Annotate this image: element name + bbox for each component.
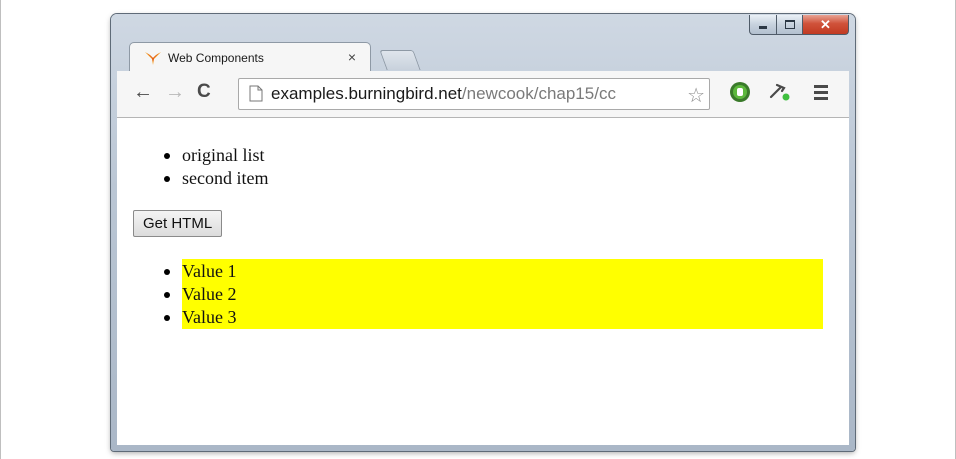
- tab-close-icon[interactable]: ×: [348, 49, 356, 65]
- generated-list: Value 1 Value 2 Value 3: [164, 260, 823, 329]
- extension-icon[interactable]: [729, 81, 751, 103]
- address-bar[interactable]: examples.burningbird.net/newcook/chap15/…: [238, 78, 710, 110]
- menu-icon[interactable]: [814, 85, 828, 103]
- frame-border-left: [0, 0, 1, 459]
- maximize-button[interactable]: [777, 15, 803, 35]
- browser-window: ✕ Web Components × ← → C examples.burnin…: [111, 14, 855, 451]
- original-list: original list second item: [163, 144, 269, 190]
- close-window-button[interactable]: ✕: [803, 15, 849, 35]
- new-tab-button[interactable]: [379, 50, 421, 70]
- reload-icon[interactable]: C: [197, 81, 211, 103]
- tools-icon[interactable]: [769, 82, 791, 102]
- url-path: /newcook/chap15/cc: [461, 84, 616, 103]
- page-content: original list second item Get HTML Value…: [117, 118, 849, 445]
- tab-title: Web Components: [168, 51, 264, 65]
- url-text[interactable]: examples.burningbird.net/newcook/chap15/…: [271, 84, 616, 104]
- list-item: Value 2: [164, 283, 823, 306]
- browser-toolbar: ← → C examples.burningbird.net/newcook/c…: [117, 71, 849, 118]
- list-item: original list: [163, 144, 268, 167]
- tab-web-components[interactable]: Web Components ×: [129, 42, 371, 73]
- minimize-button[interactable]: [749, 15, 777, 35]
- maximize-icon: [784, 20, 795, 29]
- list-item: Value 3: [164, 306, 823, 329]
- get-html-button[interactable]: Get HTML: [133, 210, 223, 237]
- list-item: second item: [163, 168, 269, 188]
- window-controls: ✕: [749, 15, 849, 35]
- page-icon: [249, 85, 263, 102]
- forward-arrow-icon[interactable]: →: [165, 81, 185, 103]
- list-item: Value 1: [164, 260, 823, 283]
- url-host: examples.burningbird.net: [271, 84, 462, 103]
- star-icon[interactable]: ☆: [685, 83, 705, 108]
- close-icon: ✕: [820, 16, 831, 32]
- burningbird-favicon-icon: [145, 52, 161, 65]
- back-arrow-icon[interactable]: ←: [133, 81, 153, 103]
- minimize-icon: [759, 26, 767, 29]
